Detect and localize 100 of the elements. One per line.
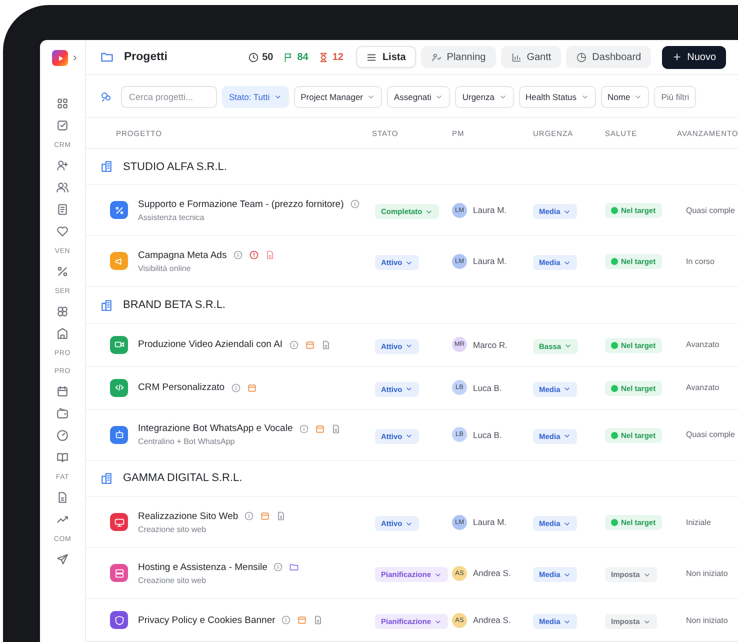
pm-name: Luca B. xyxy=(473,430,502,440)
pm-name: Laura M. xyxy=(473,517,507,528)
project-title[interactable]: Privacy Policy e Cookies Banner xyxy=(138,614,276,626)
progress-text: In corso xyxy=(685,256,716,266)
project-title[interactable]: Campagna Meta Ads xyxy=(138,250,227,261)
project-subtitle: Creazione sito web xyxy=(138,524,208,534)
stat-count: 84 xyxy=(297,52,308,62)
project-title[interactable]: Supporto e Formazione Team - (prezzo fornitore) xyxy=(138,198,344,210)
list-icon xyxy=(366,52,378,62)
chevron-icon xyxy=(498,93,506,101)
progress-text: Non iniziato xyxy=(685,616,729,625)
pm-name: Laura M. xyxy=(473,256,507,266)
project-title[interactable]: Integrazione Bot WhatsApp e Vocale xyxy=(138,423,293,434)
view-tab[interactable]: Gantt xyxy=(500,46,562,68)
project-subtitle: Visibilità online xyxy=(138,264,192,273)
document-icon xyxy=(264,250,275,260)
people-icon xyxy=(430,52,442,62)
send-icon[interactable] xyxy=(56,552,69,566)
filter-dropdown[interactable]: Assegnati xyxy=(387,86,450,108)
clock-icon xyxy=(248,52,260,62)
folder-icon xyxy=(289,562,300,572)
chevron-right-icon[interactable] xyxy=(71,54,79,62)
progress-text: Avanzato xyxy=(685,340,720,350)
heart-icon[interactable] xyxy=(56,224,69,238)
document-icon[interactable] xyxy=(56,202,69,216)
info-icon xyxy=(244,511,254,522)
stat-count: 12 xyxy=(332,52,344,62)
progress-text: Iniziale xyxy=(685,518,712,527)
search-field[interactable]: Cerca progetti... xyxy=(121,86,217,108)
document-icon xyxy=(276,511,286,522)
calendar-icon xyxy=(314,424,325,434)
pm-name: Luca B. xyxy=(473,382,502,393)
calendar-icon xyxy=(297,615,308,626)
book-icon[interactable] xyxy=(56,450,69,464)
filter-dropdown[interactable]: Project Manager xyxy=(294,86,382,108)
document-icon xyxy=(313,615,324,626)
filter-dropdown[interactable]: Stato: Tutti xyxy=(222,86,289,108)
progress-text: Non iniziato xyxy=(685,568,729,578)
filter-dropdown[interactable]: Health Status xyxy=(518,86,596,108)
user-plus-icon[interactable] xyxy=(56,158,69,172)
client-group-title: STUDIO ALFA S.R.L. xyxy=(123,160,227,173)
project-title[interactable]: Produzione Video Aziendali con AI xyxy=(138,339,283,350)
new-button[interactable]: Nuovo xyxy=(662,46,726,68)
stat-count: 50 xyxy=(262,52,274,62)
calendar-icon[interactable] xyxy=(56,384,69,398)
project-title[interactable]: Hosting e Assistenza - Mensile xyxy=(138,562,268,573)
document-icon xyxy=(330,424,341,434)
info-icon xyxy=(232,250,243,260)
page-title: Progetti xyxy=(124,51,168,63)
info-icon xyxy=(298,424,309,434)
calendar-icon xyxy=(246,382,257,393)
pie-chart-icon xyxy=(576,52,588,62)
progress-text: Quasi comple xyxy=(685,430,736,440)
pm-name: Laura M. xyxy=(473,205,507,216)
project-subtitle: Centralino + Bot WhatsApp xyxy=(138,437,236,446)
document-icon xyxy=(320,340,331,350)
invoice-icon[interactable] xyxy=(56,490,69,504)
more-filters-button[interactable]: Più filtri xyxy=(654,86,696,108)
bar-chart-icon xyxy=(510,52,522,62)
wallet-icon[interactable] xyxy=(56,406,69,420)
percent-icon[interactable] xyxy=(56,264,69,278)
checkbox-icon[interactable] xyxy=(56,118,69,132)
progress-text: Quasi comple xyxy=(685,206,736,215)
plus-icon xyxy=(672,52,682,62)
info-icon xyxy=(281,615,292,626)
chevron-icon xyxy=(580,93,589,101)
chevron-icon xyxy=(435,93,444,101)
view-tab[interactable]: Planning xyxy=(420,46,496,68)
client-group-title: GAMMA DIGITAL S.R.L. xyxy=(123,472,242,484)
pm-name: Andrea S. xyxy=(473,615,511,626)
project-subtitle: Creazione sito web xyxy=(138,576,208,585)
users-icon[interactable] xyxy=(56,180,69,194)
view-tab[interactable]: Dashboard xyxy=(566,46,652,68)
info-icon xyxy=(273,562,284,572)
calendar-icon xyxy=(304,340,315,350)
info-icon xyxy=(350,199,360,210)
pm-name: Marco R. xyxy=(473,340,508,350)
view-tab[interactable]: Lista xyxy=(356,46,416,68)
folder-icon xyxy=(100,50,114,64)
project-title[interactable]: Realizzazione Sito Web xyxy=(138,510,238,522)
info-icon xyxy=(230,382,241,393)
chevron-icon xyxy=(274,93,282,101)
chevron-icon xyxy=(634,93,642,101)
pm-name: Andrea S. xyxy=(473,568,511,578)
filter-icon xyxy=(100,91,112,103)
progress-text: Avanzato xyxy=(685,383,720,392)
filter-dropdown[interactable]: Urgenza xyxy=(455,86,514,108)
project-title[interactable]: CRM Personalizzato xyxy=(138,382,225,394)
grid-icon[interactable] xyxy=(56,96,69,110)
app-logo[interactable] xyxy=(52,50,68,66)
gauge-icon[interactable] xyxy=(56,428,69,442)
hourglass-icon xyxy=(318,52,330,62)
circles-icon[interactable] xyxy=(56,304,69,318)
filter-dropdown[interactable]: Nome xyxy=(600,86,650,108)
calendar-icon xyxy=(260,511,270,522)
alert-icon xyxy=(248,250,259,260)
project-subtitle: Assistenza tecnica xyxy=(138,212,206,222)
info-icon xyxy=(288,340,299,350)
chevron-icon xyxy=(367,93,376,101)
client-group-title: BRAND BETA S.R.L. xyxy=(123,299,226,312)
